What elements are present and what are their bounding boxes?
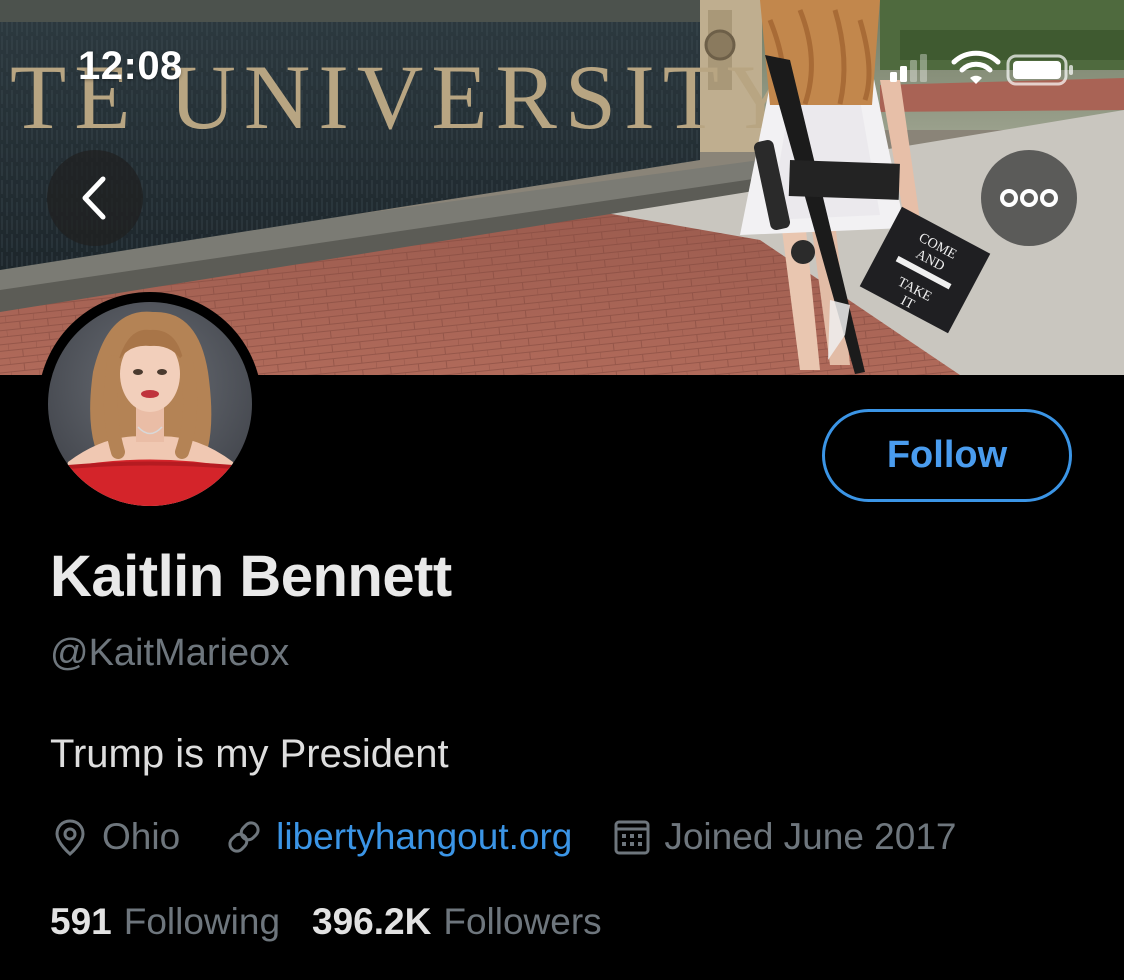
status-bar-time: 12:08 — [78, 44, 183, 88]
location-pin-icon — [55, 819, 85, 856]
link-icon — [228, 821, 260, 853]
profile-handle: @KaitMarieox — [50, 632, 290, 674]
follow-button[interactable]: Follow — [822, 409, 1072, 502]
followers-stat[interactable]: 396.2K Followers — [312, 901, 602, 943]
wifi-icon — [951, 50, 1001, 84]
profile-website[interactable]: libertyhangout.org — [224, 816, 572, 858]
profile-bio: Trump is my President — [50, 732, 449, 776]
followers-label: Followers — [443, 901, 602, 942]
profile-display-name: Kaitlin Bennett — [50, 544, 452, 609]
more-options-button[interactable] — [981, 150, 1077, 246]
following-stat[interactable]: 591 Following — [50, 901, 280, 943]
profile-stats-row: 591 Following 396.2K Followers — [50, 897, 602, 947]
calendar-icon — [614, 820, 650, 855]
chevron-left-icon — [82, 176, 106, 220]
signal-icon — [890, 54, 927, 82]
status-bar-icons — [890, 50, 1073, 86]
profile-joined: Joined June 2017 — [612, 816, 957, 858]
profile-location-text: Ohio — [102, 816, 181, 857]
following-label: Following — [123, 901, 281, 942]
profile-location: Ohio — [50, 816, 180, 858]
profile-meta-row: Ohio libertyhangout.org Joined June 2017 — [50, 812, 957, 862]
followers-count: 396.2K — [312, 901, 432, 942]
battery-icon — [1006, 54, 1073, 86]
profile-joined-text: Joined June 2017 — [664, 816, 957, 857]
more-horizontal-icon — [1000, 189, 1058, 207]
avatar-image — [48, 302, 252, 506]
back-button[interactable] — [47, 150, 143, 246]
avatar[interactable] — [38, 292, 262, 516]
following-count: 591 — [50, 901, 112, 942]
profile-website-link[interactable]: libertyhangout.org — [276, 816, 572, 858]
